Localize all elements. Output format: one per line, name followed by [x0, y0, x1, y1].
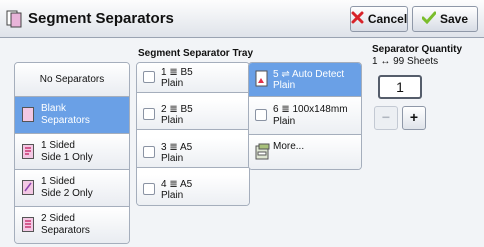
page-title: Segment Separators	[28, 10, 174, 27]
blank-sheet-icon	[22, 107, 34, 125]
option-line2: Separators	[41, 115, 90, 126]
tray-line2: Plain	[161, 153, 184, 164]
checkbox	[143, 108, 155, 120]
separator-pages-icon	[6, 10, 22, 28]
option-line1: 1 Sided	[41, 140, 75, 151]
tray-6[interactable]: 6 ≣ 100x148mm Plain	[249, 97, 361, 135]
printed-sheet-duplex-icon	[22, 217, 34, 235]
separator-options-list: No Separators Blank Separators 1 Sided S…	[14, 62, 130, 244]
tray-line2: Plain	[161, 190, 184, 201]
tray-1[interactable]: 1 ≣ B5 Plain	[137, 63, 249, 93]
option-no-separators[interactable]: No Separators	[15, 63, 129, 97]
tray-line2: Plain	[273, 80, 296, 91]
option-1-sided-side-2[interactable]: 1 Sided Side 2 Only	[15, 170, 129, 207]
tray-line1: 5 ⇌ Auto Detect	[273, 69, 345, 80]
cancel-label: Cancel	[367, 12, 408, 26]
option-1-sided-side-1[interactable]: 1 Sided Side 1 Only	[15, 134, 129, 170]
increase-button[interactable]: +	[402, 106, 426, 130]
tray-2[interactable]: 2 ≣ B5 Plain	[137, 100, 249, 130]
tray-heading: Segment Separator Tray	[138, 48, 254, 59]
printed-sheet-icon	[22, 144, 34, 162]
checkbox	[143, 71, 155, 83]
more-label: More...	[273, 141, 305, 152]
option-line2: Separators	[41, 225, 90, 236]
tray-5-auto-detect[interactable]: 5 ⇌ Auto Detect Plain	[249, 63, 361, 97]
tray-line1: 6 ≣ 100x148mm	[273, 104, 348, 115]
tray-line2: Plain	[273, 116, 296, 127]
option-line2: Side 1 Only	[41, 152, 93, 163]
title-bar: Segment Separators Cancel Save	[0, 0, 484, 38]
option-2-sided-separators[interactable]: 2 Sided Separators	[15, 207, 129, 243]
tray-line1: 2 ≣ B5	[161, 104, 193, 115]
option-line1: 1 Sided	[41, 176, 75, 187]
tray-list-left: 1 ≣ B5 Plain 2 ≣ B5 Plain 3 ≣ A5 Plain 4…	[136, 62, 250, 206]
option-line1: Blank	[41, 103, 67, 114]
option-line2: Side 2 Only	[41, 188, 93, 199]
tray-more[interactable]: More...	[249, 135, 361, 169]
tray-line2: Plain	[161, 115, 184, 126]
bypass-tray-icon	[255, 70, 269, 91]
quantity-field[interactable]: 1	[378, 75, 422, 99]
tray-3[interactable]: 3 ≣ A5 Plain	[137, 138, 249, 168]
quantity-heading: Separator Quantity	[372, 44, 463, 55]
decrease-button[interactable]: −	[374, 106, 398, 130]
checkbox	[255, 109, 267, 121]
checkbox	[143, 183, 155, 195]
save-label: Save	[439, 12, 469, 26]
tray-list-right: 5 ⇌ Auto Detect Plain 6 ≣ 100x148mm Plai…	[248, 62, 362, 170]
more-trays-icon	[255, 143, 271, 164]
tray-line2: Plain	[161, 78, 184, 89]
tray-4[interactable]: 4 ≣ A5 Plain	[137, 175, 249, 205]
tray-line1: 1 ≣ B5	[161, 67, 193, 78]
option-line1: 2 Sided	[41, 213, 75, 224]
printed-sheet-back-icon	[22, 180, 34, 198]
checkbox	[143, 146, 155, 158]
close-icon	[351, 11, 364, 27]
quantity-range: 1 ↔ 99 Sheets	[372, 56, 439, 67]
save-button[interactable]: Save	[412, 6, 478, 32]
option-blank-separators[interactable]: Blank Separators	[15, 97, 129, 134]
cancel-button[interactable]: Cancel	[350, 6, 408, 32]
tray-line1: 4 ≣ A5	[161, 179, 193, 190]
checkmark-icon	[421, 11, 437, 27]
tray-line1: 3 ≣ A5	[161, 142, 193, 153]
option-label: No Separators	[39, 74, 105, 85]
